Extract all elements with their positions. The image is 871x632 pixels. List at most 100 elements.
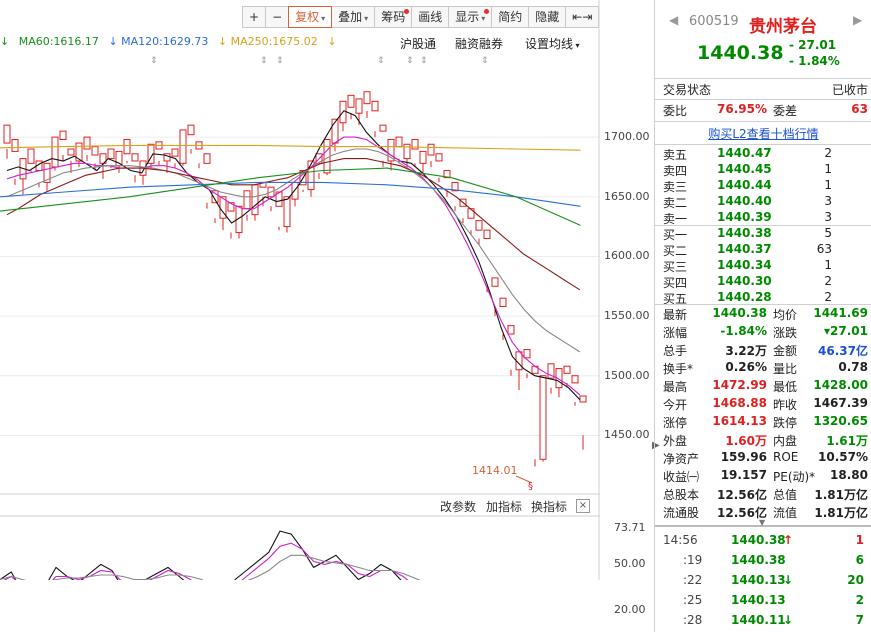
event-marker-icon[interactable]: ⇕ xyxy=(420,56,428,66)
stat-row: 涨停 1614.13 跌停 1320.65 xyxy=(655,414,871,432)
weicha-value: 63 xyxy=(851,102,868,116)
price-change: - 27.01 xyxy=(789,38,837,52)
stat-label: 涨停 xyxy=(663,416,688,430)
event-marker-icon[interactable]: ⇕ xyxy=(150,56,158,66)
stat-label: 收益㈠ xyxy=(663,470,700,484)
stat-row: 总手 3.22万 金额 46.37亿 xyxy=(655,342,871,360)
close-icon[interactable]: × xyxy=(576,499,590,513)
buys-price: 1440.30 xyxy=(717,274,772,288)
stat-label: 流值 xyxy=(773,506,798,520)
stat-value: 1320.65 xyxy=(813,414,868,428)
candle xyxy=(283,196,291,233)
sells-volume: 2 xyxy=(824,146,832,160)
sells-price: 1440.40 xyxy=(717,194,772,208)
tick-volume: 1 xyxy=(855,533,864,547)
stat-value: 1428.00 xyxy=(813,378,868,392)
tick-time: 14:56 xyxy=(663,533,698,547)
candle xyxy=(251,184,259,221)
webi-value: 76.95% xyxy=(717,102,767,116)
candle xyxy=(227,202,235,239)
stock-header: ◀ 600519 贵州茅台 ▶ xyxy=(655,12,871,37)
event-marker-icon[interactable]: ⇕ xyxy=(260,56,268,66)
stat-row: 换手* 0.26% 量比 0.78 xyxy=(655,360,871,378)
tick-price: 1440.38 xyxy=(731,533,786,547)
buys-price: 1440.37 xyxy=(717,242,772,256)
candle xyxy=(275,191,283,231)
change-params-button[interactable]: 改参数 xyxy=(440,498,476,515)
stat-row: 最高 1472.99 最低 1428.00 xyxy=(655,378,871,396)
tick-volume: 20 xyxy=(847,573,864,587)
stat-value: ▾27.01 xyxy=(824,324,868,338)
sells-volume: 3 xyxy=(824,210,832,224)
candle xyxy=(467,208,475,235)
stat-label: 总手 xyxy=(663,344,688,358)
stat-label: PE(动)* xyxy=(773,470,816,484)
candle xyxy=(179,129,187,166)
ma-line-ma20 xyxy=(6,148,581,353)
stat-value: 3.22万 xyxy=(725,344,767,358)
candle xyxy=(579,395,587,450)
buys-volume: 63 xyxy=(816,242,832,256)
toolbar-button-2[interactable]: 复权 ▾ xyxy=(288,6,333,28)
candle xyxy=(507,325,515,376)
candle xyxy=(123,138,131,164)
tick-time: :25 xyxy=(683,593,703,607)
stat-label: 总值 xyxy=(773,488,798,502)
buys-volume: 2 xyxy=(824,274,832,288)
stat-row: 收益㈠ 19.157 PE(动)* 18.80 xyxy=(655,468,871,486)
prev-stock-icon[interactable]: ◀ xyxy=(669,13,678,27)
price-block: 1440.38 - 27.01 - 1.84% xyxy=(655,38,871,70)
buys-label: 买二 xyxy=(663,244,688,258)
switch-indicator-button[interactable]: 换指标 xyxy=(531,498,567,515)
stat-label: 今开 xyxy=(663,398,688,412)
candle xyxy=(315,153,323,179)
stat-value: 1441.69 xyxy=(813,306,868,320)
candle xyxy=(243,190,251,221)
event-marker-icon[interactable]: ⇕ xyxy=(481,56,489,66)
price-change-pct: - 1.84% xyxy=(789,54,840,68)
candle xyxy=(531,365,539,467)
event-marker-icon[interactable]: ⇕ xyxy=(406,56,414,66)
stat-label: 换手* xyxy=(663,362,694,376)
l2-link[interactable]: 购买L2查看十档行情 xyxy=(708,127,818,141)
event-marker-icon[interactable]: ⇕ xyxy=(276,56,284,66)
y-tick-label: 1550.00 xyxy=(604,309,650,323)
tick-time: :19 xyxy=(683,553,703,567)
candle xyxy=(339,100,347,132)
tick-volume: 7 xyxy=(855,613,864,627)
stock-name: 贵州茅台 xyxy=(749,17,817,37)
candle xyxy=(347,94,355,120)
stock-code: 600519 xyxy=(689,14,739,29)
l2-link-row: 购买L2查看十档行情 xyxy=(655,125,871,143)
arrow-down-icon: ↓ xyxy=(783,573,794,587)
stat-label: 最高 xyxy=(663,380,688,394)
stat-value: 1467.39 xyxy=(813,396,868,410)
candle xyxy=(419,150,427,173)
candle xyxy=(539,375,547,462)
stat-label: 量比 xyxy=(773,362,798,376)
stat-value: 1440.38 xyxy=(712,306,767,320)
stat-value: 159.96 xyxy=(720,450,767,464)
stat-value: 0.26% xyxy=(725,360,767,374)
tick-time: :28 xyxy=(683,613,703,627)
event-marker-icon[interactable]: ⇕ xyxy=(377,56,385,66)
buys-price: 1440.38 xyxy=(717,226,772,240)
kline-chart[interactable]: 1414.01 § ⇕ ⇕ ⇕ ⇕ ⇕ ⇕ ⇕ xyxy=(0,0,600,580)
buys-volume: 5 xyxy=(824,226,832,240)
stat-value: 1.60万 xyxy=(725,434,767,448)
y-tick-label: 1600.00 xyxy=(604,249,650,263)
tick-volume: 2 xyxy=(855,593,864,607)
candle xyxy=(435,153,443,183)
low-annotation: 1414.01 xyxy=(472,464,518,477)
sells-price: 1440.44 xyxy=(717,178,772,192)
candle xyxy=(371,100,379,138)
next-stock-icon[interactable]: ▶ xyxy=(853,13,862,27)
stat-label: 最新 xyxy=(663,308,688,322)
candle xyxy=(475,220,483,245)
candle xyxy=(67,148,75,173)
candle xyxy=(203,153,211,209)
sells-price: 1440.39 xyxy=(717,210,772,224)
divider-arrow-icon: ▼ xyxy=(759,518,766,527)
candle xyxy=(515,351,523,391)
add-indicator-button[interactable]: 加指标 xyxy=(486,498,522,515)
